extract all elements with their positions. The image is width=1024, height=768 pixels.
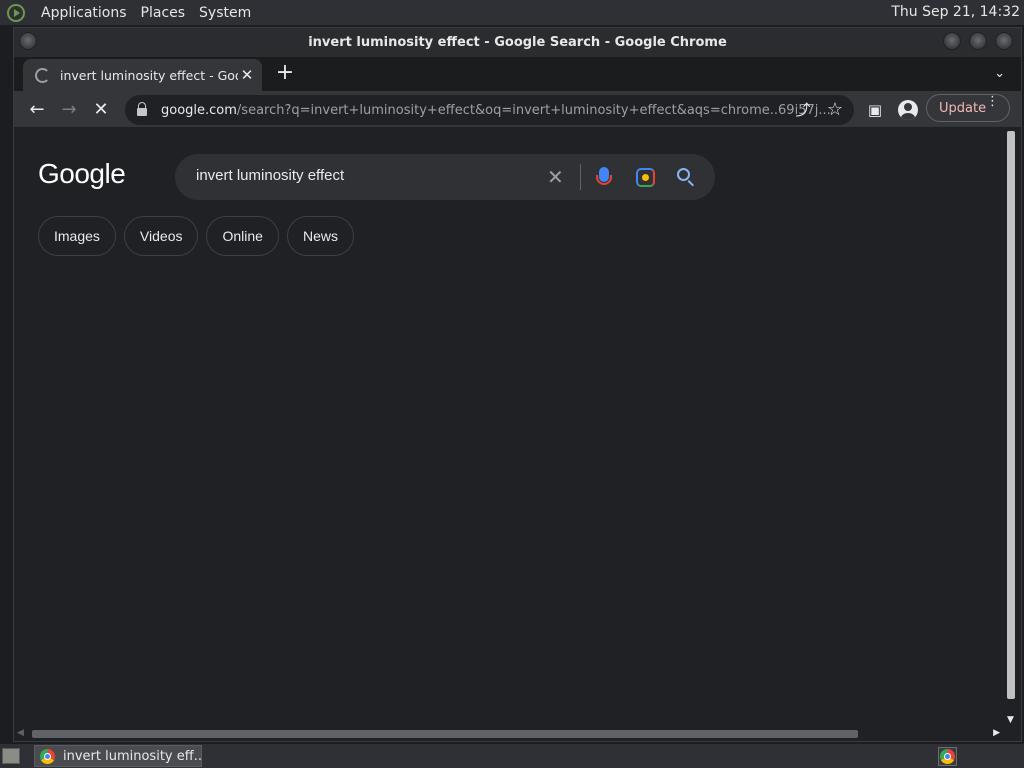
stop-loading-icon[interactable]: ✕ xyxy=(90,99,112,121)
tab-search-chevron-icon[interactable]: ⌄ xyxy=(994,66,1005,81)
clear-icon[interactable]: ✕ xyxy=(547,165,564,189)
taskbar-item-label: invert luminosity eff... xyxy=(63,748,201,764)
loading-spinner-icon xyxy=(35,67,50,83)
tab-active[interactable]: invert luminosity effect - Goog ✕ xyxy=(23,59,262,91)
clock[interactable]: Thu Sep 21, 14:32 xyxy=(891,4,1020,20)
toolbar: ← → ✕ google.com /search?q=invert+lumino… xyxy=(14,91,1021,128)
taskbar: invert luminosity eff... xyxy=(0,744,1024,768)
side-panel-icon[interactable]: ▣ xyxy=(864,99,886,121)
chip-images[interactable]: Images xyxy=(38,216,116,256)
new-tab-button[interactable]: + xyxy=(274,62,296,84)
update-label: Update xyxy=(939,100,987,116)
chrome-icon xyxy=(940,749,955,764)
lens-icon[interactable] xyxy=(636,168,655,187)
mic-icon[interactable] xyxy=(596,167,612,185)
tray-chrome-launcher[interactable] xyxy=(938,747,957,766)
window-menu-button[interactable] xyxy=(19,32,37,50)
back-arrow-icon[interactable]: ← xyxy=(26,99,48,121)
forward-arrow-icon[interactable]: → xyxy=(58,99,80,121)
title-bar[interactable]: invert luminosity effect - Google Search… xyxy=(14,28,1021,57)
chrome-icon xyxy=(40,748,55,764)
system-panel: Applications Places System Thu Sep 21, 1… xyxy=(0,0,1024,25)
url-host: google.com xyxy=(161,102,237,118)
tab-strip: invert luminosity effect - Goog ✕ + ⌄ xyxy=(14,57,1021,91)
minimize-button[interactable] xyxy=(943,32,961,50)
scroll-left-arrow-icon[interactable]: ◀ xyxy=(17,728,24,738)
menu-system[interactable]: System xyxy=(192,5,258,21)
taskbar-chrome-window[interactable]: invert luminosity eff... xyxy=(34,745,202,767)
search-box[interactable]: invert luminosity effect ✕ xyxy=(175,154,715,200)
chip-videos[interactable]: Videos xyxy=(123,216,199,256)
update-button[interactable]: Update ⋮ xyxy=(926,94,1010,122)
search-input[interactable]: invert luminosity effect xyxy=(196,167,344,184)
system-logo-icon[interactable] xyxy=(7,3,25,22)
browser-window: invert luminosity effect - Google Search… xyxy=(13,27,1022,742)
search-divider xyxy=(580,164,581,190)
horizontal-scrollbar[interactable]: ◀ ▶ xyxy=(14,727,1003,741)
close-window-button[interactable] xyxy=(995,32,1013,50)
share-icon[interactable]: ⤴ xyxy=(792,99,814,121)
lock-icon[interactable] xyxy=(137,102,147,116)
filter-chips: Images Videos Online News xyxy=(38,216,354,256)
chip-news[interactable]: News xyxy=(286,216,354,256)
chip-online[interactable]: Online xyxy=(206,216,279,256)
google-logo[interactable]: Google xyxy=(38,158,126,190)
show-desktop-icon[interactable] xyxy=(2,748,20,764)
tab-title: invert luminosity effect - Goog xyxy=(60,67,238,83)
scroll-right-arrow-icon[interactable]: ▶ xyxy=(993,728,1000,738)
search-icon[interactable] xyxy=(677,168,690,181)
bookmark-star-icon[interactable]: ☆ xyxy=(824,99,846,121)
tab-close-icon[interactable]: ✕ xyxy=(238,66,256,84)
horizontal-scroll-thumb[interactable] xyxy=(32,730,858,738)
menu-places[interactable]: Places xyxy=(134,5,193,21)
scroll-down-arrow-icon[interactable]: ▼ xyxy=(1007,715,1014,725)
address-bar[interactable]: google.com /search?q=invert+luminosity+e… xyxy=(125,95,854,125)
profile-avatar-icon[interactable] xyxy=(898,100,918,120)
window-title: invert luminosity effect - Google Search… xyxy=(308,35,727,50)
search-results-page: Google invert luminosity effect ✕ Images… xyxy=(14,128,1003,728)
kebab-menu-icon[interactable]: ⋮ xyxy=(986,95,999,108)
vertical-scroll-thumb[interactable] xyxy=(1007,131,1015,699)
vertical-scrollbar[interactable]: ▼ xyxy=(1004,128,1018,727)
menu-applications[interactable]: Applications xyxy=(34,5,134,21)
maximize-button[interactable] xyxy=(969,32,987,50)
url-path: /search?q=invert+luminosity+effect&oq=in… xyxy=(236,102,831,118)
